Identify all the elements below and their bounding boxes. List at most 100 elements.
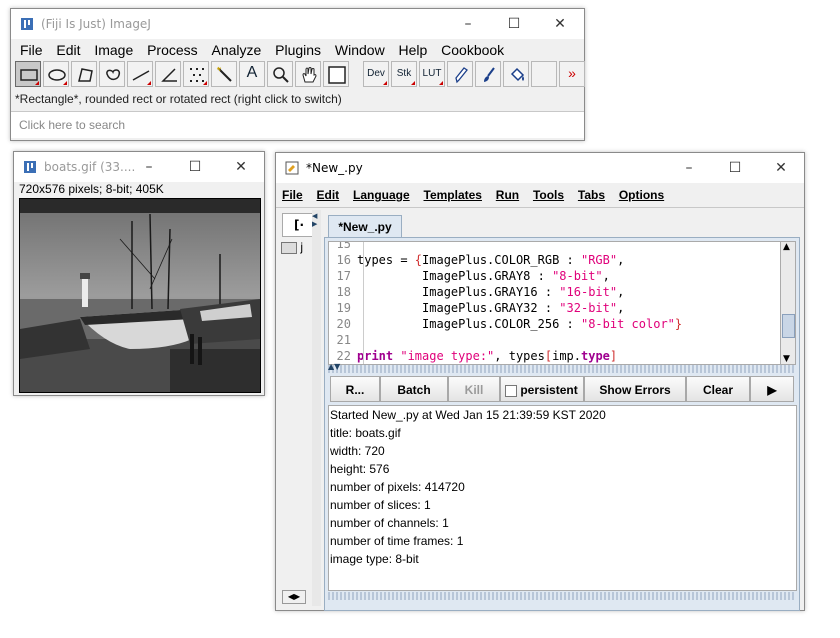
output-line: number of slices: 1: [330, 498, 431, 512]
editor-menu-language[interactable]: Language: [348, 183, 415, 207]
menu-cookbook[interactable]: Cookbook: [436, 39, 509, 61]
clear-button[interactable]: Clear: [686, 376, 750, 402]
dev-label: Dev: [367, 68, 385, 79]
file-tree-item-label: j: [300, 240, 304, 254]
code-editor[interactable]: 15 16 types = {ImagePlus.COLOR_RGB : "RGB…: [328, 241, 782, 365]
editor-titlebar[interactable]: *New_.py – ☐ ✕: [276, 153, 804, 183]
editor-menu-file[interactable]: File: [277, 183, 308, 207]
maximize-icon[interactable]: ☐: [712, 153, 758, 183]
editor-menubar: File Edit Language Templates Run Tools T…: [276, 183, 804, 207]
file-tree-tab[interactable]: [·: [282, 213, 316, 237]
dev-tool[interactable]: Dev: [363, 61, 389, 87]
run-button[interactable]: R...: [330, 376, 380, 402]
code-token: "32-bit": [559, 301, 618, 315]
maximize-icon[interactable]: ☐: [172, 152, 218, 182]
code-token: {: [414, 253, 423, 267]
menu-plugins[interactable]: Plugins: [270, 39, 326, 61]
code-token: "image type:": [400, 349, 495, 363]
minimize-icon[interactable]: –: [445, 9, 491, 39]
freehand-tool[interactable]: [99, 61, 125, 87]
angle-tool[interactable]: [155, 61, 181, 87]
editor-menu-edit[interactable]: Edit: [312, 183, 345, 207]
show-errors-button[interactable]: Show Errors: [584, 376, 686, 402]
menu-process[interactable]: Process: [142, 39, 203, 61]
menu-separator: [276, 207, 804, 208]
editor-icon: [285, 161, 299, 175]
oval-tool[interactable]: [43, 61, 69, 87]
line-number: 15: [336, 241, 351, 251]
stk-tool[interactable]: Stk: [391, 61, 417, 87]
boats-image[interactable]: [19, 198, 261, 393]
output-line: height: 576: [330, 462, 390, 476]
imagej-titlebar[interactable]: (Fiji Is Just) ImageJ – ☐ ✕: [11, 9, 584, 39]
search-bar[interactable]: Click here to search: [11, 112, 584, 138]
code-tab-label: *New_.py: [338, 220, 392, 234]
boats-window: boats.gif (33.... – ☐ ✕ 720x576 pixels; …: [13, 151, 265, 396]
rectangle-tool[interactable]: [15, 61, 41, 87]
menu-analyze[interactable]: Analyze: [207, 39, 267, 61]
output-console[interactable]: Started New_.py at Wed Jan 15 21:39:59 K…: [328, 405, 797, 591]
maximize-icon[interactable]: ☐: [491, 9, 537, 39]
editor-menu-run[interactable]: Run: [491, 183, 524, 207]
more-tools-button[interactable]: »: [559, 61, 585, 87]
output-line: title: boats.gif: [330, 426, 401, 440]
empty-tool-slot: [531, 61, 557, 87]
bottom-splitter[interactable]: [328, 592, 794, 600]
imagej-title: (Fiji Is Just) ImageJ: [41, 17, 151, 31]
wand-tool[interactable]: [211, 61, 237, 87]
imagej-menubar: File Edit Image Process Analyze Plugins …: [11, 39, 584, 61]
minimize-icon[interactable]: –: [666, 153, 712, 183]
menu-edit[interactable]: Edit: [51, 39, 85, 61]
brush-icon: [484, 67, 495, 82]
brush-tool[interactable]: [475, 61, 501, 87]
hand-tool[interactable]: [295, 61, 321, 87]
pencil-tool[interactable]: [447, 61, 473, 87]
line-tool[interactable]: [127, 61, 153, 87]
scroll-up-icon[interactable]: ▲: [783, 242, 790, 252]
split-divider[interactable]: ◀ ▶: [312, 210, 321, 606]
boats-titlebar[interactable]: boats.gif (33.... – ☐ ✕: [14, 152, 264, 182]
file-tree-item[interactable]: j: [281, 240, 303, 254]
line-number: 20: [336, 317, 351, 331]
scroll-down-icon[interactable]: ▼: [783, 354, 790, 364]
menu-image[interactable]: Image: [89, 39, 138, 61]
output-line: number of channels: 1: [330, 516, 449, 530]
menu-window[interactable]: Window: [330, 39, 390, 61]
editor-menu-tools[interactable]: Tools: [528, 183, 569, 207]
close-icon[interactable]: ✕: [218, 152, 264, 182]
line-number: 19: [336, 301, 351, 315]
persistent-checkbox[interactable]: [505, 384, 517, 397]
close-icon[interactable]: ✕: [537, 9, 583, 39]
tree-scroll-buttons[interactable]: ◀▶: [282, 590, 306, 604]
close-icon[interactable]: ✕: [758, 153, 804, 183]
minimize-icon[interactable]: –: [126, 152, 172, 182]
menu-file[interactable]: File: [15, 39, 48, 61]
code-scrollbar[interactable]: ▲ ▼: [780, 241, 796, 365]
file-tree-tab-label: [·: [293, 218, 305, 232]
zoom-tool[interactable]: [267, 61, 293, 87]
output-splitter[interactable]: ▲▼: [328, 362, 794, 373]
color-picker-tool[interactable]: [323, 61, 349, 87]
editor-menu-tabs[interactable]: Tabs: [573, 183, 610, 207]
editor-menu-templates[interactable]: Templates: [419, 183, 487, 207]
polygon-icon: [78, 68, 93, 82]
lut-tool[interactable]: LUT: [419, 61, 445, 87]
menu-help[interactable]: Help: [394, 39, 433, 61]
magnifier-icon: [273, 67, 289, 83]
persistent-toggle[interactable]: persistent: [500, 376, 584, 402]
kill-button[interactable]: Kill: [448, 376, 500, 402]
point-tool[interactable]: [183, 61, 209, 87]
text-tool[interactable]: A: [239, 61, 265, 87]
run-toolbar: R... Batch Kill persistent Show Errors C…: [328, 376, 794, 404]
output-line: image type: 8-bit: [330, 552, 419, 566]
code-tab[interactable]: *New_.py: [328, 215, 402, 238]
editor-menu-options[interactable]: Options: [614, 183, 669, 207]
batch-button[interactable]: Batch: [380, 376, 448, 402]
scroll-thumb[interactable]: [782, 314, 795, 338]
polygon-tool[interactable]: [71, 61, 97, 87]
divider-arrow-left-icon: ◀: [312, 212, 318, 220]
flood-fill-tool[interactable]: [503, 61, 529, 87]
pencil-icon: [455, 67, 468, 84]
more-buttons-button[interactable]: ▶: [750, 376, 794, 402]
folder-icon: [281, 241, 297, 254]
